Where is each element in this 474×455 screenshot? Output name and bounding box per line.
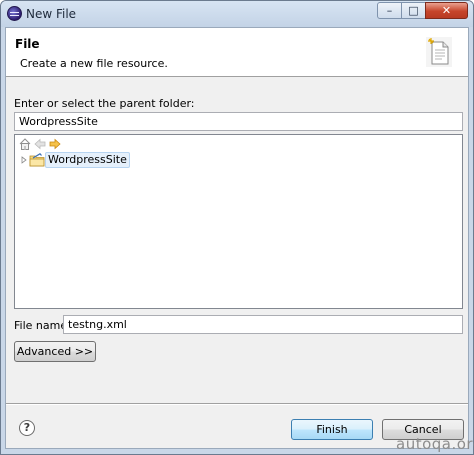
banner-description: Create a new file resource. <box>20 57 168 70</box>
finish-button[interactable]: Finish <box>291 419 373 440</box>
forward-arrow-icon[interactable] <box>49 138 61 150</box>
minimize-button[interactable]: – <box>377 2 402 19</box>
file-name-input[interactable] <box>63 315 463 334</box>
advanced-button[interactable]: Advanced >> <box>14 341 96 362</box>
back-arrow-icon[interactable] <box>34 138 46 150</box>
title-bar[interactable]: New File – □ ✕ <box>1 1 473 27</box>
maximize-button[interactable]: □ <box>401 2 426 19</box>
project-folder-icon <box>29 153 45 167</box>
button-bar-separator <box>6 403 468 405</box>
home-icon[interactable] <box>19 138 31 150</box>
new-file-wizard-icon <box>426 37 452 67</box>
help-icon[interactable]: ? <box>19 420 35 436</box>
folder-tree[interactable]: WordpressSite <box>14 134 463 309</box>
window-title: New File <box>26 7 77 21</box>
close-button[interactable]: ✕ <box>425 2 468 19</box>
parent-folder-label: Enter or select the parent folder: <box>14 97 195 110</box>
parent-folder-input[interactable] <box>14 112 463 131</box>
dialog-body: File Create a new file resource. Enter o… <box>5 27 469 449</box>
watermark: autoqa.org <box>396 435 474 453</box>
wizard-banner: File Create a new file resource. <box>6 28 468 77</box>
tree-item-label[interactable]: WordpressSite <box>45 152 130 168</box>
banner-title: File <box>15 37 40 51</box>
expand-arrow-icon[interactable] <box>20 156 28 164</box>
eclipse-icon <box>7 6 22 21</box>
new-file-dialog: New File – □ ✕ File Create a new file re… <box>0 0 474 455</box>
